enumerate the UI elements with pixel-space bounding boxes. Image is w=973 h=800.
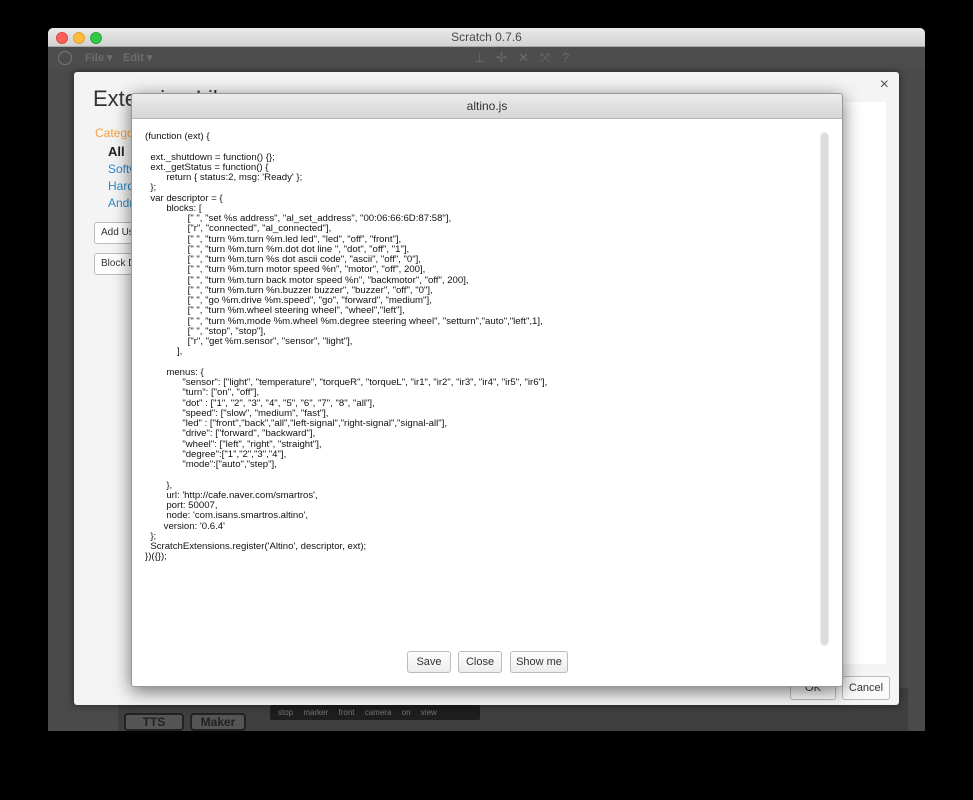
- scrollbar-thumb[interactable]: [821, 133, 828, 645]
- help-icon[interactable]: ?: [562, 50, 569, 65]
- sensor-label: stop: [278, 708, 294, 717]
- window-title: Scratch 0.7.6: [451, 30, 522, 44]
- category-all[interactable]: All: [108, 144, 125, 159]
- save-button[interactable]: Save: [407, 651, 451, 673]
- close-icon[interactable]: ×: [880, 76, 889, 94]
- menu-bar: File ▾ Edit ▾ ⊥ ✢ ✕ ⤧ ?: [48, 47, 925, 69]
- show-me-button[interactable]: Show me: [510, 651, 568, 673]
- close-button[interactable]: Close: [458, 651, 502, 673]
- code-editor[interactable]: (function (ext) { ext._shutdown = functi…: [145, 132, 815, 632]
- altino-js-dialog: altino.js (function (ext) { ext._shutdow…: [131, 93, 843, 687]
- tts-block: TTS: [124, 713, 184, 731]
- sensor-label: on: [401, 708, 411, 717]
- title-bar: Scratch 0.7.6: [48, 28, 925, 47]
- file-menu[interactable]: File ▾: [85, 51, 113, 64]
- cancel-button[interactable]: Cancel: [842, 676, 890, 700]
- maker-block: Maker: [190, 713, 246, 731]
- dialog-title: altino.js: [132, 94, 842, 119]
- sensor-label: view: [420, 708, 437, 717]
- stamp-icon[interactable]: ⊥: [474, 50, 485, 66]
- vertical-scrollbar[interactable]: [820, 132, 829, 646]
- sensor-label: camera: [364, 708, 392, 717]
- sensor-block-strip: stop marker front camera on view: [270, 705, 480, 720]
- sensor-label: front: [338, 708, 355, 717]
- grow-icon[interactable]: ✕: [518, 50, 529, 66]
- cut-icon[interactable]: ✢: [496, 50, 507, 66]
- edit-menu[interactable]: Edit ▾: [123, 51, 152, 64]
- globe-icon[interactable]: [58, 51, 72, 65]
- shrink-icon[interactable]: ⤧: [540, 50, 550, 66]
- sensor-label: marker: [303, 708, 329, 717]
